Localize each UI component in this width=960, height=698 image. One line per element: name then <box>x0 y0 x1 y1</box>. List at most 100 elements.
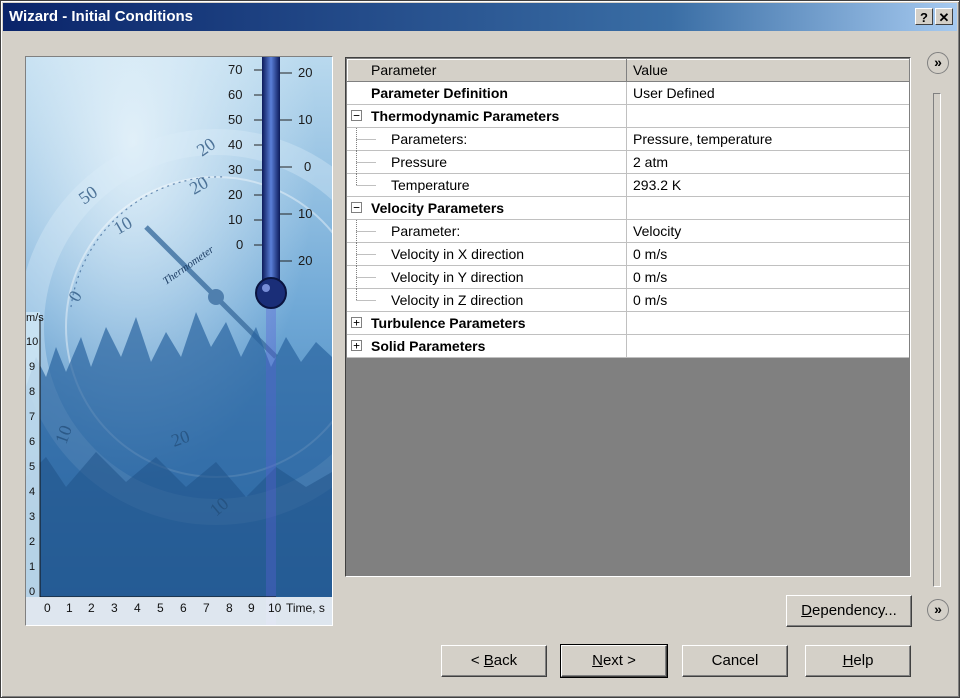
dependency-mnemonic: D <box>801 602 813 619</box>
row-label: Parameters: <box>347 128 627 150</box>
dependency-button[interactable]: Dependency... <box>786 595 912 627</box>
grid-row-parameter-definition[interactable]: Parameter Definition User Defined <box>347 82 909 105</box>
thermo-tick-10: 10 <box>228 212 242 227</box>
back-mnemonic: B <box>483 652 494 669</box>
grid-row-pressure[interactable]: Pressure 2 atm <box>347 151 909 174</box>
row-value <box>628 105 909 127</box>
help-icon[interactable]: ? <box>915 8 933 25</box>
y-tick-10: 10 <box>26 336 38 348</box>
x-tick-10: 10 <box>268 601 282 615</box>
close-icon[interactable]: ✕ <box>935 8 953 25</box>
row-value[interactable]: 0 m/s <box>628 266 909 288</box>
wizard-illustration: 70 60 50 40 30 20 10 0 20 10 0 10 20 50 … <box>25 56 333 626</box>
x-tick-0: 0 <box>44 601 51 615</box>
row-label: Velocity Parameters <box>347 197 627 219</box>
thermo-right-tick-10: 10 <box>298 112 312 127</box>
thermo-right-tick-0: 0 <box>304 159 311 174</box>
y-tick-1: 1 <box>29 561 35 573</box>
column-header-parameter[interactable]: Parameter <box>347 59 627 81</box>
grid-row-temperature[interactable]: Temperature 293.2 K <box>347 174 909 197</box>
title-bar: Wizard - Initial Conditions ? ✕ <box>3 3 957 31</box>
grid-row-velocity-y[interactable]: Velocity in Y direction 0 m/s <box>347 266 909 289</box>
x-tick-3: 3 <box>111 601 118 615</box>
next-mnemonic: N <box>592 652 603 669</box>
thermo-tick-50: 50 <box>228 112 242 127</box>
row-value[interactable]: Velocity <box>628 220 909 242</box>
grid-header: Parameter Value <box>347 59 909 82</box>
y-tick-9: 9 <box>29 361 35 373</box>
column-header-value[interactable]: Value <box>628 59 909 81</box>
help-mnemonic: H <box>842 652 854 669</box>
next-label: ext > <box>602 652 636 669</box>
next-button[interactable]: Next > <box>560 644 668 678</box>
x-tick-2: 2 <box>88 601 95 615</box>
thermo-tick-60: 60 <box>228 87 242 102</box>
back-label: ack <box>493 652 518 669</box>
row-label: Velocity in Z direction <box>347 289 627 311</box>
x-tick-1: 1 <box>66 601 73 615</box>
grid-row-turbulence-parameters[interactable]: + Turbulence Parameters <box>347 312 909 335</box>
wizard-window: Wizard - Initial Conditions ? ✕ 70 60 50… <box>0 0 960 698</box>
row-value[interactable]: 0 m/s <box>628 243 909 265</box>
y-tick-5: 5 <box>29 461 35 473</box>
row-value[interactable]: Pressure, temperature <box>628 128 909 150</box>
x-tick-9: 9 <box>248 601 255 615</box>
row-label: Temperature <box>347 174 627 196</box>
row-label: Parameter: <box>347 220 627 242</box>
thermo-tick-20: 20 <box>228 187 242 202</box>
thermo-right-tick-m20: 20 <box>298 253 312 268</box>
thermo-tick-30: 30 <box>228 162 242 177</box>
row-label: Velocity in X direction <box>347 243 627 265</box>
row-label: Solid Parameters <box>347 335 627 357</box>
thermo-right-tick-20: 20 <box>298 65 312 80</box>
grid-row-velocity-z[interactable]: Velocity in Z direction 0 m/s <box>347 289 909 312</box>
row-value[interactable]: 2 atm <box>628 151 909 173</box>
y-tick-8: 8 <box>29 386 35 398</box>
help-label: elp <box>853 652 874 669</box>
y-tick-7: 7 <box>29 411 35 423</box>
x-axis-label: Time, s <box>286 601 325 615</box>
window-title: Wizard - Initial Conditions <box>9 8 194 25</box>
row-value <box>628 197 909 219</box>
y-tick-4: 4 <box>29 486 35 498</box>
thermo-right-tick-m10: 10 <box>298 206 312 221</box>
row-value <box>628 335 909 357</box>
x-tick-6: 6 <box>180 601 187 615</box>
dependency-label: ependency... <box>812 602 897 619</box>
grid-row-parameters[interactable]: Parameters: Pressure, temperature <box>347 128 909 151</box>
row-value[interactable]: 0 m/s <box>628 289 909 311</box>
grid-row-solid-parameters[interactable]: + Solid Parameters <box>347 335 909 358</box>
y-axis-unit: m/s <box>26 312 44 324</box>
grid-row-velocity-parameters[interactable]: − Velocity Parameters <box>347 197 909 220</box>
x-tick-8: 8 <box>226 601 233 615</box>
thermo-tick-70: 70 <box>228 62 242 77</box>
x-tick-7: 7 <box>203 601 210 615</box>
x-tick-4: 4 <box>134 601 141 615</box>
y-tick-3: 3 <box>29 511 35 523</box>
expand-panel-top-icon[interactable]: » <box>927 52 949 74</box>
row-label: Pressure <box>347 151 627 173</box>
row-value[interactable]: 293.2 K <box>628 174 909 196</box>
expand-panel-bottom-icon[interactable]: » <box>927 599 949 621</box>
row-label: Velocity in Y direction <box>347 266 627 288</box>
x-tick-5: 5 <box>157 601 164 615</box>
property-grid: Parameter Value Parameter Definition Use… <box>345 57 911 577</box>
thermo-tick-40: 40 <box>228 137 242 152</box>
y-tick-0: 0 <box>29 586 35 598</box>
thermo-tick-0: 0 <box>236 237 243 252</box>
grid-row-thermodynamic-parameters[interactable]: − Thermodynamic Parameters <box>347 105 909 128</box>
grid-row-parameter[interactable]: Parameter: Velocity <box>347 220 909 243</box>
y-tick-6: 6 <box>29 436 35 448</box>
y-tick-2: 2 <box>29 536 35 548</box>
row-value[interactable]: User Defined <box>628 82 909 104</box>
row-value <box>628 312 909 334</box>
panel-splitter[interactable] <box>933 93 941 587</box>
back-button[interactable]: < Back <box>441 645 547 677</box>
row-label: Parameter Definition <box>347 82 627 104</box>
help-button[interactable]: Help <box>805 645 911 677</box>
back-prefix: < <box>470 652 484 669</box>
cancel-button[interactable]: Cancel <box>682 645 788 677</box>
row-label: Thermodynamic Parameters <box>347 105 627 127</box>
grid-row-velocity-x[interactable]: Velocity in X direction 0 m/s <box>347 243 909 266</box>
row-label: Turbulence Parameters <box>347 312 627 334</box>
